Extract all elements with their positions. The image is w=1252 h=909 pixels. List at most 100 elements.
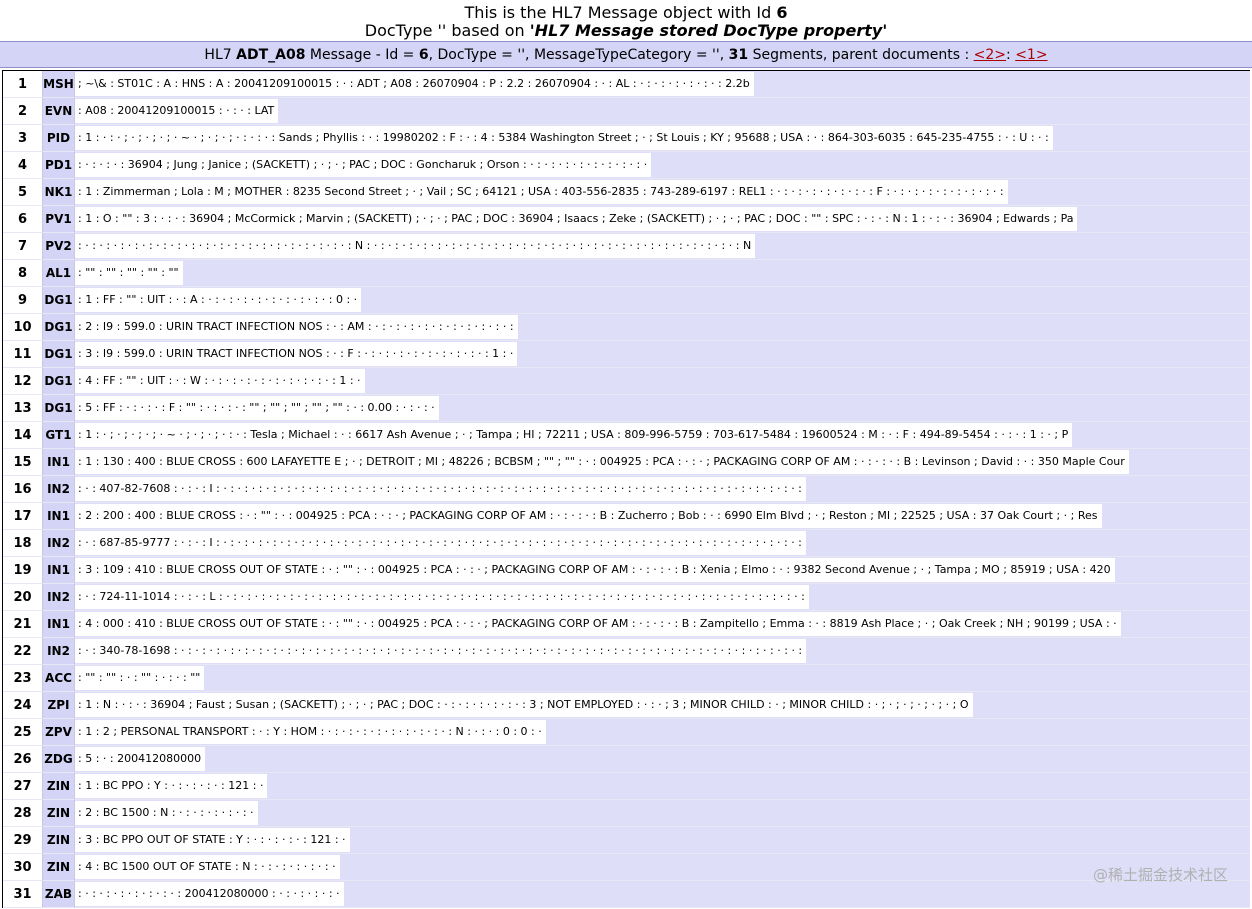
segment-fields-cell: : · : · : · : · : · : · : · : 2004120800… xyxy=(75,881,1250,908)
segment-code[interactable]: DG1 xyxy=(43,341,75,368)
header-line-2: DocType '' based on 'HL7 Message stored … xyxy=(0,22,1252,40)
segment-code[interactable]: ZAB xyxy=(43,881,75,908)
segment-number: 9 xyxy=(3,287,43,314)
segment-code[interactable]: PD1 xyxy=(43,152,75,179)
segment-row: 4 PD1: · : · : · : 36904 ; Jung ; Janice … xyxy=(3,152,1250,179)
segment-fields-cell: : 3 : BC PPO OUT OF STATE : Y : · : · : … xyxy=(75,827,1250,854)
segment-code[interactable]: GT1 xyxy=(43,422,75,449)
segment-number: 22 xyxy=(3,638,43,665)
segment-fields: : · : · : · : 36904 ; Jung ; Janice ; (S… xyxy=(75,153,652,177)
segment-fields: : 2 : I9 : 599.0 : URIN TRACT INFECTION … xyxy=(75,315,518,339)
segment-number: 16 xyxy=(3,476,43,503)
segment-fields-cell: : 1 : O : "" : 3 : · : · : 36904 ; McCor… xyxy=(75,206,1250,233)
summary-message-type: ADT_A08 xyxy=(236,47,306,63)
segment-fields: : 1 : · ; · ; · ; · ; · ~ · ; · ; · ; · … xyxy=(75,423,1073,447)
segment-code[interactable]: IN1 xyxy=(43,503,75,530)
segment-number: 8 xyxy=(3,260,43,287)
segment-code[interactable]: ZIN xyxy=(43,854,75,881)
segment-fields-cell: : · : 687-85-9777 : · : · : I : · : · : … xyxy=(75,530,1250,557)
segment-fields: : 1 : 130 : 400 : BLUE CROSS : 600 LAFAY… xyxy=(75,450,1129,474)
summary-text: Message - Id = xyxy=(305,47,419,63)
segment-fields: : 1 : Zimmerman ; Lola : M ; MOTHER : 82… xyxy=(75,180,1008,204)
segment-number: 27 xyxy=(3,773,43,800)
segment-number: 15 xyxy=(3,449,43,476)
parent-document-link-2[interactable]: <2> xyxy=(974,47,1006,63)
segment-number: 12 xyxy=(3,368,43,395)
segment-fields-cell: : "" : "" : · : "" : · : · : "" xyxy=(75,665,1250,692)
segment-fields-cell: : 2 : 200 : 400 : BLUE CROSS : · : "" : … xyxy=(75,503,1250,530)
segment-code[interactable]: MSH xyxy=(43,71,75,98)
segment-code[interactable]: ZIN xyxy=(43,773,75,800)
segment-fields-cell: : 5 : FF : · : · : · : F : "" : · : · : … xyxy=(75,395,1250,422)
segment-fields-cell: : 1 : 2 ; PERSONAL TRANSPORT : · : Y : H… xyxy=(75,719,1250,746)
segment-code[interactable]: IN1 xyxy=(43,449,75,476)
segment-code[interactable]: ZIN xyxy=(43,827,75,854)
segment-row: 10 DG1: 2 : I9 : 599.0 : URIN TRACT INFEC… xyxy=(3,314,1250,341)
segment-fields: : 1 : N : · : · : 36904 ; Faust ; Susan … xyxy=(75,693,973,717)
segment-row: 8 AL1: "" : "" : "" : "" : "" xyxy=(3,260,1250,287)
segment-code[interactable]: ZPV xyxy=(43,719,75,746)
segment-fields-cell: : · : · : · : 36904 ; Jung ; Janice ; (S… xyxy=(75,152,1250,179)
segment-number: 25 xyxy=(3,719,43,746)
segment-row: 14 GT1: 1 : · ; · ; · ; · ; · ~ · ; · ; ·… xyxy=(3,422,1250,449)
segment-fields: ; ~\& : ST01C : A : HNS : A : 2004120910… xyxy=(75,72,754,96)
watermark: @稀土掘金技术社区 xyxy=(1092,866,1228,884)
segment-code[interactable]: ZDG xyxy=(43,746,75,773)
segment-code[interactable]: IN1 xyxy=(43,557,75,584)
page-header: This is the HL7 Message object with Id 6… xyxy=(0,0,1252,41)
header-title-text: This is the HL7 Message object with Id xyxy=(464,3,777,22)
segment-fields-cell: : 1 : FF : "" : UIT : · : A : · : · : · … xyxy=(75,287,1250,314)
segment-code[interactable]: DG1 xyxy=(43,395,75,422)
segment-number: 6 xyxy=(3,206,43,233)
segment-code[interactable]: PV2 xyxy=(43,233,75,260)
summary-text: , DocType = '', MessageTypeCategory = ''… xyxy=(428,47,729,63)
segment-code[interactable]: ZIN xyxy=(43,800,75,827)
segment-code[interactable]: IN1 xyxy=(43,611,75,638)
segment-code[interactable]: DG1 xyxy=(43,287,75,314)
segment-number: 19 xyxy=(3,557,43,584)
segment-fields: : 1 : · : · ; · ; · ; · ; · ~ · ; · ; · … xyxy=(75,126,1053,150)
segment-code[interactable]: DG1 xyxy=(43,368,75,395)
segment-fields-cell: : 3 : 109 : 410 : BLUE CROSS OUT OF STAT… xyxy=(75,557,1250,584)
parent-document-link-1[interactable]: <1> xyxy=(1015,47,1047,63)
segment-number: 18 xyxy=(3,530,43,557)
segment-code[interactable]: ZPI xyxy=(43,692,75,719)
segment-number: 3 xyxy=(3,125,43,152)
segment-code[interactable]: EVN xyxy=(43,98,75,125)
summary-text: Segments, parent documents : xyxy=(748,47,974,63)
segment-fields: : 3 : I9 : 599.0 : URIN TRACT INFECTION … xyxy=(75,342,518,366)
segment-row: 7 PV2: · : · : · : · : · : · : · : · : · … xyxy=(3,233,1250,260)
segment-code[interactable]: IN2 xyxy=(43,530,75,557)
segment-code[interactable]: IN2 xyxy=(43,638,75,665)
segment-row: 12 DG1: 4 : FF : "" : UIT : · : W : · : ·… xyxy=(3,368,1250,395)
segment-number: 11 xyxy=(3,341,43,368)
segment-fields: : 2 : BC 1500 : N : · : · : · : · : · : … xyxy=(75,801,258,825)
segment-fields: : 3 : 109 : 410 : BLUE CROSS OUT OF STAT… xyxy=(75,558,1115,582)
segment-fields-cell: : 1 : 130 : 400 : BLUE CROSS : 600 LAFAY… xyxy=(75,449,1250,476)
segment-code[interactable]: PID xyxy=(43,125,75,152)
segment-fields-cell: : 2 : BC 1500 : N : · : · : · : · : · : … xyxy=(75,800,1250,827)
segment-code[interactable]: IN2 xyxy=(43,584,75,611)
segment-code[interactable]: ACC xyxy=(43,665,75,692)
segment-row: 20 IN2: · : 724-11-1014 : · : · : L : · :… xyxy=(3,584,1250,611)
segment-code[interactable]: DG1 xyxy=(43,314,75,341)
segment-fields-cell: : 4 : BC 1500 OUT OF STATE : N : · : · :… xyxy=(75,854,1250,881)
segment-code[interactable]: AL1 xyxy=(43,260,75,287)
segment-fields-cell: : 1 : Zimmerman ; Lola : M ; MOTHER : 82… xyxy=(75,179,1250,206)
segment-fields-cell: : 4 : 000 : 410 : BLUE CROSS OUT OF STAT… xyxy=(75,611,1250,638)
segment-number: 20 xyxy=(3,584,43,611)
segment-row: 17 IN1: 2 : 200 : 400 : BLUE CROSS : · : … xyxy=(3,503,1250,530)
segment-row: 30 ZIN: 4 : BC 1500 OUT OF STATE : N : · … xyxy=(3,854,1250,881)
segment-fields-cell: : 1 : · ; · ; · ; · ; · ~ · ; · ; · ; · … xyxy=(75,422,1250,449)
segment-table: 1 MSH; ~\& : ST01C : A : HNS : A : 200412… xyxy=(2,70,1250,908)
segment-code[interactable]: NK1 xyxy=(43,179,75,206)
segment-code[interactable]: PV1 xyxy=(43,206,75,233)
segment-fields: : · : · : · : · : · : · : · : · : · : · … xyxy=(75,234,756,258)
segment-fields: : 5 : FF : · : · : · : F : "" : · : · : … xyxy=(75,396,439,420)
header-doctype-text: DocType '' based on xyxy=(364,21,530,40)
segment-code[interactable]: IN2 xyxy=(43,476,75,503)
segment-row: 16 IN2: · : 407-82-7608 : · : · : I : · :… xyxy=(3,476,1250,503)
segment-number: 10 xyxy=(3,314,43,341)
segment-fields-cell: : 3 : I9 : 599.0 : URIN TRACT INFECTION … xyxy=(75,341,1250,368)
segment-row: 3 PID: 1 : · : · ; · ; · ; · ; · ~ · ; · … xyxy=(3,125,1250,152)
